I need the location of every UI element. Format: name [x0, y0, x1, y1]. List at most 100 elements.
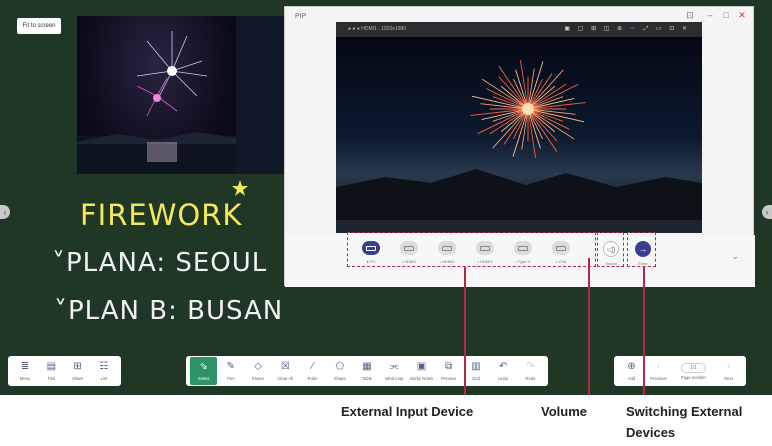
clear-all-icon: ☒	[280, 361, 290, 372]
add-page-button[interactable]: ⊕ Add	[618, 357, 645, 385]
close-icon[interactable]: ✕	[735, 10, 749, 21]
shape-button[interactable]: ⬠ Shape	[326, 357, 353, 385]
external-input-callout: External Input Device	[341, 404, 474, 419]
undo-icon: ↶	[499, 361, 508, 372]
preview-video-frame	[336, 37, 702, 220]
mind-map-icon: ⫘	[389, 361, 399, 372]
chevron-down-icon[interactable]: ⌄	[731, 251, 739, 262]
share-icon: ⊞	[73, 361, 82, 372]
next-page-button[interactable]: › Next	[715, 357, 742, 385]
add-label: Add	[627, 376, 636, 381]
previous-page-button[interactable]: ‹ Previous	[645, 357, 672, 385]
preview-firework-graphic	[336, 60, 702, 220]
shape-label: Shape	[333, 376, 346, 381]
redo-label: Redo	[525, 376, 536, 381]
select-button[interactable]: ⇘ Select	[190, 357, 218, 385]
share-label: Share	[72, 376, 84, 381]
grid-icon: ▥	[471, 361, 481, 372]
list-button[interactable]: ☷ List	[91, 357, 117, 385]
eraser-button[interactable]: ◇ Eraser	[244, 357, 271, 385]
firework-photo-graphic	[77, 31, 236, 174]
ruler-button[interactable]: ∕ Ruler	[299, 357, 326, 385]
firework-photo[interactable]	[77, 16, 236, 174]
chevron-left-icon: ‹	[656, 361, 661, 372]
preview-button[interactable]: ⧉ Preview	[435, 357, 462, 385]
menu-label: Menu	[19, 376, 31, 381]
select-icon: ⇘	[199, 361, 208, 372]
firework-spark	[527, 108, 585, 123]
firework-spark	[515, 69, 529, 110]
handwriting-title: FIREWORK	[80, 198, 243, 232]
preview-title-bar: ● ● ● HDMI1 · 1920x1080 ▣ ▢ ⊞ ◫ ⊕ ⋯ ⤢ ▭ …	[336, 22, 702, 37]
volume-callout: Volume	[541, 404, 587, 419]
redo-icon: ↷	[526, 361, 535, 372]
external-input-preview[interactable]: ● ● ● HDMI1 · 1920x1080 ▣ ▢ ⊞ ◫ ⊕ ⋯ ⤢ ▭ …	[336, 22, 702, 233]
preview-label: Preview	[441, 376, 457, 381]
firework-spark	[527, 108, 541, 149]
star-icon	[232, 180, 248, 196]
tool-icon: ▤	[46, 361, 57, 372]
page-number-label: Page number	[680, 374, 707, 380]
share-button[interactable]: ⊞ Share	[65, 357, 91, 385]
switching-highlight	[627, 232, 656, 267]
clear-all-button[interactable]: ☒ Clear All	[272, 357, 299, 385]
next-label: Next	[724, 376, 733, 381]
tool-button[interactable]: ▤ Tool	[38, 357, 64, 385]
chevron-right-icon: ›	[726, 361, 731, 372]
grid-label: Grid	[472, 376, 480, 381]
table-icon: ▦	[362, 361, 372, 372]
list-label: List	[100, 376, 108, 381]
tool-label: Tool	[47, 376, 56, 381]
undo-button[interactable]: ↶ Undo	[490, 357, 517, 385]
left-expand-handle[interactable]: ‹	[0, 205, 10, 219]
pen-label: Pen	[227, 376, 235, 381]
table-label: Table	[362, 376, 373, 381]
switching-callout: Switching External	[626, 404, 743, 419]
grid-button[interactable]: ▥ Grid	[462, 357, 489, 385]
switching-leader	[643, 267, 645, 395]
minimize-icon[interactable]: –	[703, 10, 717, 20]
switching-callout-line2: Devices	[626, 425, 676, 440]
mind-map-label: Mind map	[385, 376, 404, 381]
firework-spark	[471, 95, 529, 110]
firework-spark	[527, 61, 544, 110]
previous-label: Previous	[650, 376, 667, 381]
page-number[interactable]: 1/1 Page number	[672, 357, 715, 385]
right-expand-handle[interactable]: ›	[762, 205, 772, 219]
pip-window-title: PIP	[295, 13, 307, 20]
eraser-icon: ◇	[254, 361, 262, 372]
menu-button[interactable]: ≣ Menu	[12, 357, 38, 385]
handwriting-plan-a: ˅PLANA: SEOUL	[52, 248, 268, 278]
external-input-leader	[464, 267, 466, 395]
shape-icon: ⬠	[335, 361, 345, 372]
page-toolbar: ⊕ Add ‹ Previous 1/1 Page number › Next	[614, 356, 746, 386]
clear-all-label: Clear All	[277, 376, 294, 381]
whiteboard-canvas[interactable]: Fit to screen ‹ › FIREWORK ˅PLANA: SEOUL	[0, 0, 772, 395]
table-button[interactable]: ▦ Table	[353, 357, 380, 385]
preview-icon: ⧉	[445, 361, 453, 372]
maximize-icon[interactable]: □	[719, 10, 733, 20]
eraser-label: Eraser	[251, 376, 265, 381]
redo-button[interactable]: ↷ Redo	[517, 357, 544, 385]
handwriting-plan-b: ˅PLAN B: BUSAN	[54, 296, 284, 326]
preview-title: ● ● ● HDMI1 · 1920x1080	[348, 26, 406, 32]
select-label: Select	[197, 376, 210, 381]
volume-highlight	[597, 232, 624, 267]
mind-map-button[interactable]: ⫘ Mind map	[381, 357, 408, 385]
left-toolbar: ≣ Menu ▤ Tool ⊞ Share ☷ List	[8, 356, 121, 386]
pen-button[interactable]: ✎ Pen	[217, 357, 244, 385]
fit-to-screen-button[interactable]: Fit to screen	[17, 18, 61, 34]
sticky-notes-label: Sticky Notes	[409, 376, 434, 381]
undo-label: Undo	[498, 376, 509, 381]
external-input-highlight	[347, 232, 596, 267]
firework-spark	[481, 108, 529, 120]
volume-leader	[588, 258, 590, 395]
plus-icon: ⊕	[627, 361, 636, 372]
second-photo[interactable]	[236, 16, 286, 174]
preview-tools-icon[interactable]: ▣ ▢ ⊞ ◫ ⊕ ⋯ ⤢ ▭ ⊡ ✕	[564, 25, 690, 33]
pen-icon: ✎	[226, 361, 236, 372]
sticky-notes-button[interactable]: ▣ Sticky Notes	[408, 357, 435, 385]
pin-icon[interactable]: ⊡	[683, 10, 697, 21]
main-toolbar: ⇘ Select ✎ Pen ◇ Eraser ☒ Clear All ∕ Ruler ⬠ Shape…	[186, 356, 548, 386]
firework-spark	[527, 98, 575, 110]
